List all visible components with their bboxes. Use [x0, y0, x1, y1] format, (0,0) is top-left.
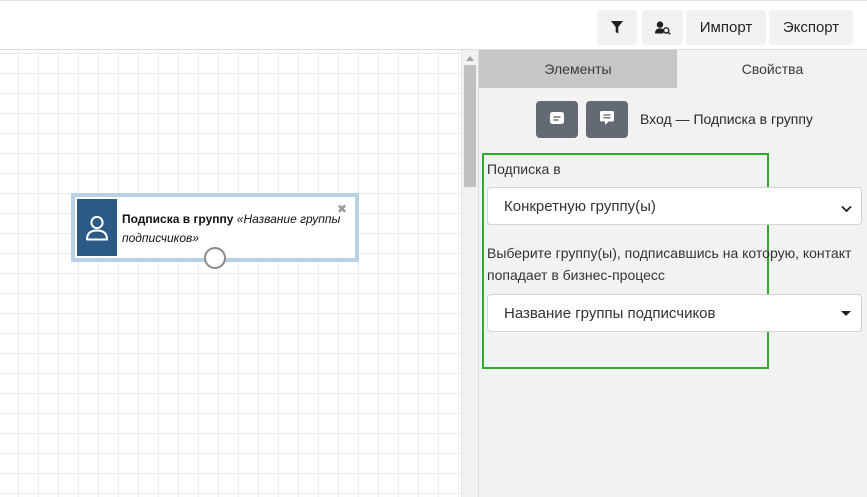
user-icon	[77, 199, 117, 256]
subscription-label: Подписка в	[487, 161, 561, 177]
export-button[interactable]: Экспорт	[769, 10, 853, 45]
subscription-select-value: Конкретную группу(ы)	[504, 197, 656, 215]
workflow-node-group-subscription[interactable]: Подписка в группу «Название группы подпи…	[71, 193, 359, 269]
groups-label-line2: попадает в бизнес-процесс	[487, 267, 665, 283]
filter-button[interactable]	[597, 10, 637, 45]
canvas-scrollbar[interactable]	[461, 50, 478, 497]
scroll-up-icon[interactable]	[466, 56, 474, 61]
groups-label-line1: Выберите группу(ы), подписавшись на кото…	[487, 245, 852, 261]
node-text: Подписка в группу «Название группы подпи…	[122, 210, 347, 248]
message-square-icon	[550, 112, 564, 127]
groups-select[interactable]: Название группы подписчиков	[487, 294, 862, 332]
groups-select-value: Название группы подписчиков	[504, 304, 716, 322]
comment-icon	[600, 110, 614, 129]
node-output-port[interactable]	[204, 247, 226, 269]
node-title: Подписка в группу	[122, 212, 234, 226]
close-icon[interactable]: ✖	[337, 203, 347, 215]
subscription-select[interactable]: Конкретную группу(ы)	[487, 187, 862, 225]
chevron-down-icon	[841, 200, 852, 217]
message-button[interactable]	[536, 101, 578, 138]
properties-panel: Элементы Свойства Вход — Подписка в груп…	[478, 50, 867, 497]
panel-header-title: Вход — Подписка в группу	[640, 111, 813, 127]
comment-button[interactable]	[586, 101, 628, 138]
user-search-button[interactable]	[642, 10, 683, 45]
caret-down-icon	[841, 311, 851, 316]
scrollbar-thumb[interactable]	[464, 65, 476, 187]
user-search-icon	[654, 20, 671, 35]
tab-elements[interactable]: Элементы	[479, 50, 677, 88]
filter-icon	[611, 21, 623, 34]
import-button[interactable]: Импорт	[686, 10, 766, 45]
tab-properties[interactable]: Свойства	[677, 50, 867, 88]
top-toolbar: Импорт Экспорт	[0, 0, 867, 50]
workflow-canvas[interactable]	[0, 50, 461, 497]
